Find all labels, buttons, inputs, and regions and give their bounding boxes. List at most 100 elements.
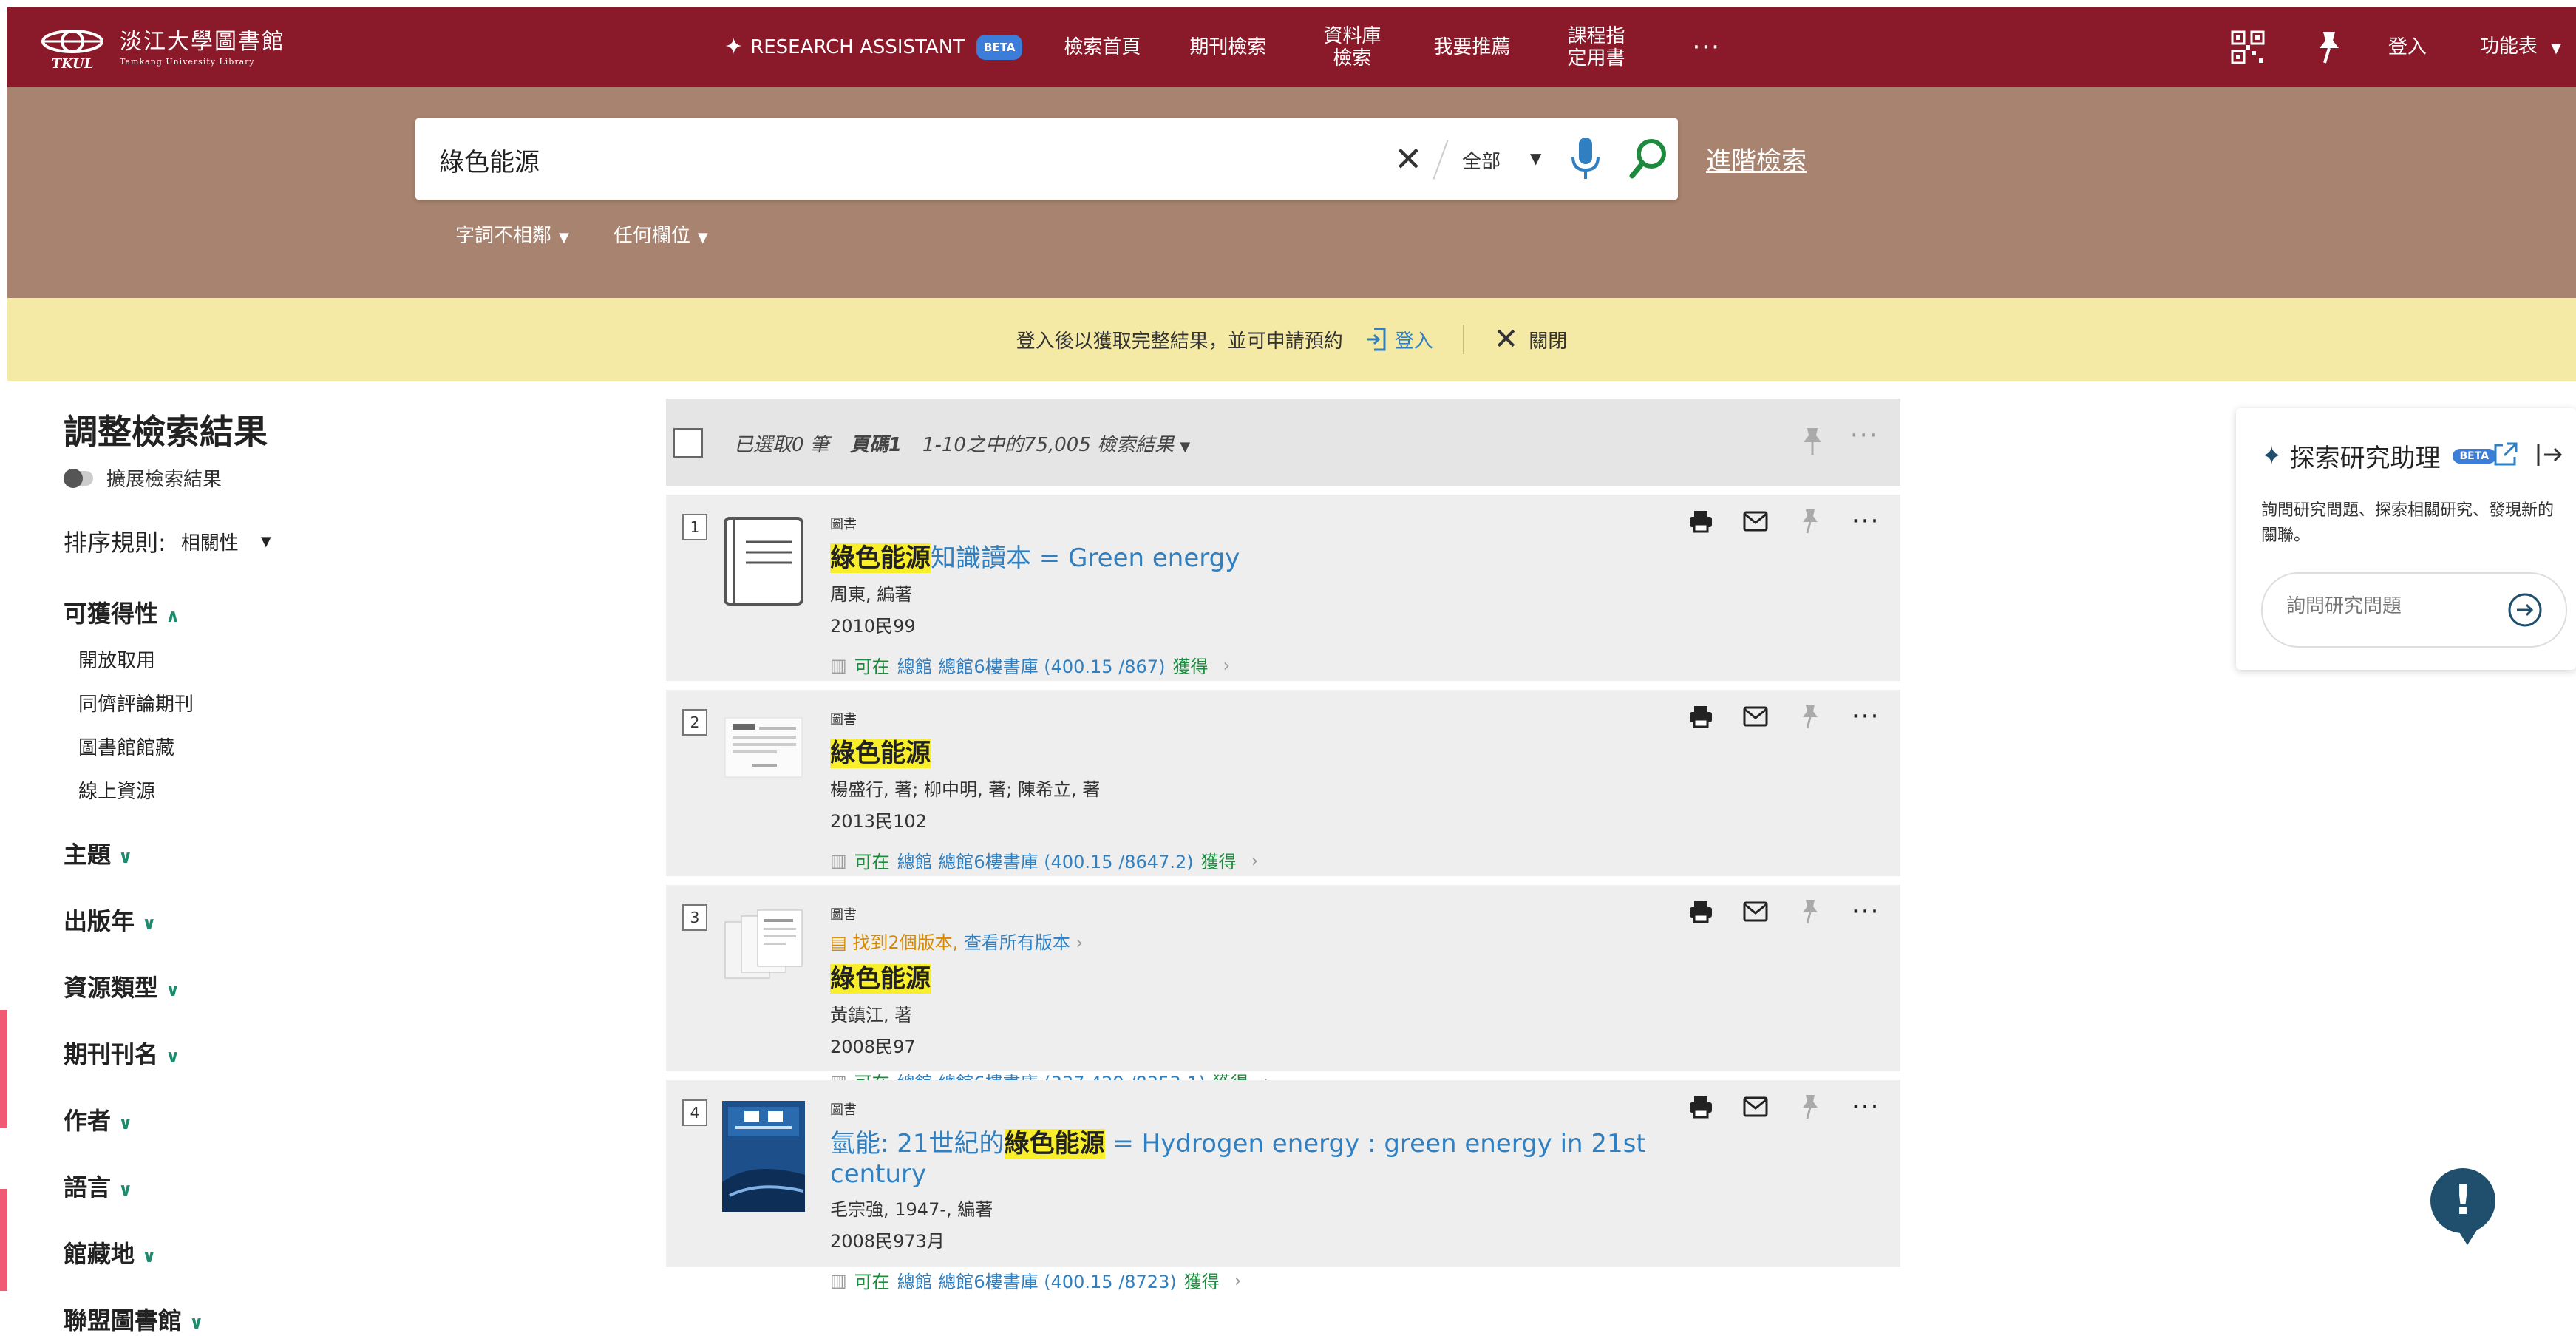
print-icon[interactable] <box>1688 703 1714 730</box>
more-options-icon[interactable]: ··· <box>1852 1094 1880 1119</box>
record-title[interactable]: 綠色能源知識讀本 = Green energy <box>830 538 1717 574</box>
record-date: 2013民102 <box>830 811 927 832</box>
selected-count: 已選取0 筆 <box>734 434 829 456</box>
facet-subject[interactable]: 主題 ∨ <box>64 836 581 870</box>
toggle-switch[interactable] <box>64 468 93 488</box>
advanced-search-link[interactable]: 進階檢索 <box>1706 140 1807 177</box>
close-icon: ✕ <box>1493 322 1519 356</box>
versions-link[interactable]: ▤ 找到2個版本, 查看所有版本 › <box>830 928 1717 954</box>
print-icon[interactable] <box>1688 1093 1714 1120</box>
facet-item-open-access[interactable]: 開放取用 <box>78 645 581 673</box>
menu-label: 功能表 <box>2479 35 2538 58</box>
result-record[interactable]: 1 圖書 綠色能源知識讀本 = Green energy 周東, 編著 2010… <box>666 495 1900 681</box>
filter-word-proximity[interactable]: 字詞不相鄰 ▼ <box>455 220 569 248</box>
facets-panel: 調整檢索結果 擴展檢索結果 排序規則: 相關性 ▼ 可獲得性 ∧ 開放取用 同儕評… <box>64 405 581 1336</box>
facet-journal-title[interactable]: 期刊刊名 ∨ <box>64 1036 581 1070</box>
email-icon[interactable] <box>1742 508 1769 535</box>
book-cover-thumbnail <box>724 909 803 979</box>
facet-year[interactable]: 出版年 ∨ <box>64 903 581 937</box>
submit-arrow-icon[interactable] <box>2507 591 2543 628</box>
result-record[interactable]: 2 圖書 綠色能源 楊盛行, 著; 柳中明, 著; 陳希立, 著 2013民10… <box>666 690 1900 876</box>
book-cover-placeholder <box>724 517 803 606</box>
record-number: 3 <box>682 904 707 931</box>
result-record[interactable]: 4 圖書 氫能: 21世紀的綠色能源 = Hydrogen energy : g… <box>666 1080 1900 1292</box>
more-options-icon[interactable]: ··· <box>1852 509 1880 534</box>
collapse-panel-icon[interactable] <box>2535 441 2563 469</box>
pin-icon[interactable] <box>1797 1093 1824 1120</box>
research-question-input[interactable] <box>2285 594 2495 618</box>
facet-item-library-holdings[interactable]: 圖書館館藏 <box>78 733 581 760</box>
sort-by[interactable]: 排序規則: 相關性 ▼ <box>64 524 581 558</box>
help-chat-button[interactable]: ! <box>2430 1168 2495 1245</box>
top-navigation-bar: TKUL 淡江大學圖書館 Tamkang University Library … <box>7 7 2576 87</box>
pin-icon[interactable] <box>1801 427 1824 456</box>
facet-language[interactable]: 語言 ∨ <box>64 1169 581 1203</box>
facet-author[interactable]: 作者 ∨ <box>64 1102 581 1136</box>
chevron-down-icon: ∨ <box>118 847 133 867</box>
pin-icon[interactable] <box>1797 703 1824 730</box>
nav-research-assistant[interactable]: ✦ RESEARCH ASSISTANT BETA <box>724 35 1023 60</box>
caret-down-icon[interactable]: ▼ <box>1530 149 1541 167</box>
nav-course-reserves[interactable]: 課程指定用書 <box>1559 25 1633 69</box>
pin-icon[interactable] <box>1797 898 1824 925</box>
clear-search-icon[interactable]: ✕ <box>1394 139 1423 179</box>
email-icon[interactable] <box>1742 898 1769 925</box>
results-range[interactable]: 1-10之中的75,005 檢索結果 ▼ <box>922 430 1190 457</box>
nav-search-home[interactable]: 檢索首頁 <box>1064 36 1141 58</box>
library-logo[interactable]: TKUL 淡江大學圖書館 Tamkang University Library <box>35 24 285 72</box>
pin-icon[interactable] <box>1797 508 1824 535</box>
record-type: 圖書 <box>830 712 857 728</box>
search-icon[interactable] <box>1628 136 1669 182</box>
facet-item-peer-reviewed[interactable]: 同儕評論期刊 <box>78 689 581 716</box>
facet-item-online[interactable]: 線上資源 <box>78 776 581 804</box>
search-scope-select[interactable]: 全部 <box>1462 146 1501 174</box>
book-icon: ▥ <box>830 1269 847 1291</box>
external-link-icon[interactable] <box>2491 441 2519 469</box>
record-title[interactable]: 氫能: 21世紀的綠色能源 = Hydrogen energy : green … <box>830 1123 1717 1189</box>
book-icon: ▥ <box>830 654 847 676</box>
record-title[interactable]: 綠色能源 <box>830 733 1717 769</box>
select-all-checkbox[interactable] <box>673 428 703 458</box>
nav-more-button[interactable]: ··· <box>1692 35 1720 60</box>
results-list: 已選取0 筆 頁碼1 1-10之中的75,005 檢索結果 ▼ ··· 1 圖書… <box>666 399 1900 1292</box>
divider <box>1462 325 1464 354</box>
nav-database-search[interactable]: 資料庫檢索 <box>1315 25 1389 69</box>
facet-availability[interactable]: 可獲得性 ∧ <box>64 595 581 629</box>
expand-results-toggle[interactable]: 擴展檢索結果 <box>64 464 581 492</box>
print-icon[interactable] <box>1688 898 1714 925</box>
search-input[interactable] <box>438 137 1401 183</box>
result-record[interactable]: 3 圖書 ▤ 找到2個版本, 查看所有版本 › 綠色能源 黃鎮江, 著 2008… <box>666 885 1900 1093</box>
banner-close-button[interactable]: ✕ 關閉 <box>1494 322 1568 356</box>
nav-research-assistant-label: RESEARCH ASSISTANT <box>750 36 965 58</box>
print-icon[interactable] <box>1688 508 1714 535</box>
sort-value: 相關性 <box>180 532 239 555</box>
facet-resource-type[interactable]: 資源類型 ∨ <box>64 969 581 1003</box>
nav-journal-search[interactable]: 期刊檢索 <box>1189 36 1266 58</box>
banner-login-link[interactable]: 登入 <box>1365 326 1433 353</box>
nav-recommend[interactable]: 我要推薦 <box>1433 36 1510 58</box>
login-link[interactable]: 登入 <box>2388 36 2427 58</box>
search-box: ✕ 全部 ▼ <box>415 118 1678 200</box>
facet-consortium[interactable]: 聯盟圖書館 ∨ <box>64 1302 581 1336</box>
pin-icon[interactable] <box>2307 25 2351 69</box>
email-icon[interactable] <box>1742 703 1769 730</box>
facet-location[interactable]: 館藏地 ∨ <box>64 1235 581 1269</box>
qr-code-icon[interactable] <box>2226 25 2270 69</box>
sparkle-icon: ✦ <box>2261 441 2283 471</box>
email-icon[interactable] <box>1742 1093 1769 1120</box>
more-options-icon[interactable]: ··· <box>1852 899 1880 924</box>
availability-line[interactable]: ▥ 可在 總館 總館6樓書庫 (400.15 /8647.2) 獲得 › <box>830 847 1717 873</box>
more-options-icon[interactable]: ··· <box>1852 704 1880 729</box>
beta-badge: BETA <box>2452 448 2497 464</box>
menu-dropdown[interactable]: 功能表 ▼ <box>2480 35 2561 60</box>
caret-down-icon: ▼ <box>697 230 708 245</box>
microphone-icon[interactable] <box>1569 136 1603 182</box>
availability-line[interactable]: ▥ 可在 總館 總館6樓書庫 (400.15 /8723) 獲得 › <box>830 1267 1717 1293</box>
filter-any-field[interactable]: 任何欄位 ▼ <box>614 220 708 248</box>
divider <box>1433 140 1449 180</box>
book-cover-thumbnail <box>724 717 803 778</box>
record-title[interactable]: 綠色能源 <box>830 958 1717 994</box>
beta-badge: BETA <box>976 35 1023 60</box>
availability-line[interactable]: ▥ 可在 總館 總館6樓書庫 (400.15 /867) 獲得 › <box>830 652 1717 678</box>
more-options-icon[interactable]: ··· <box>1850 421 1878 450</box>
